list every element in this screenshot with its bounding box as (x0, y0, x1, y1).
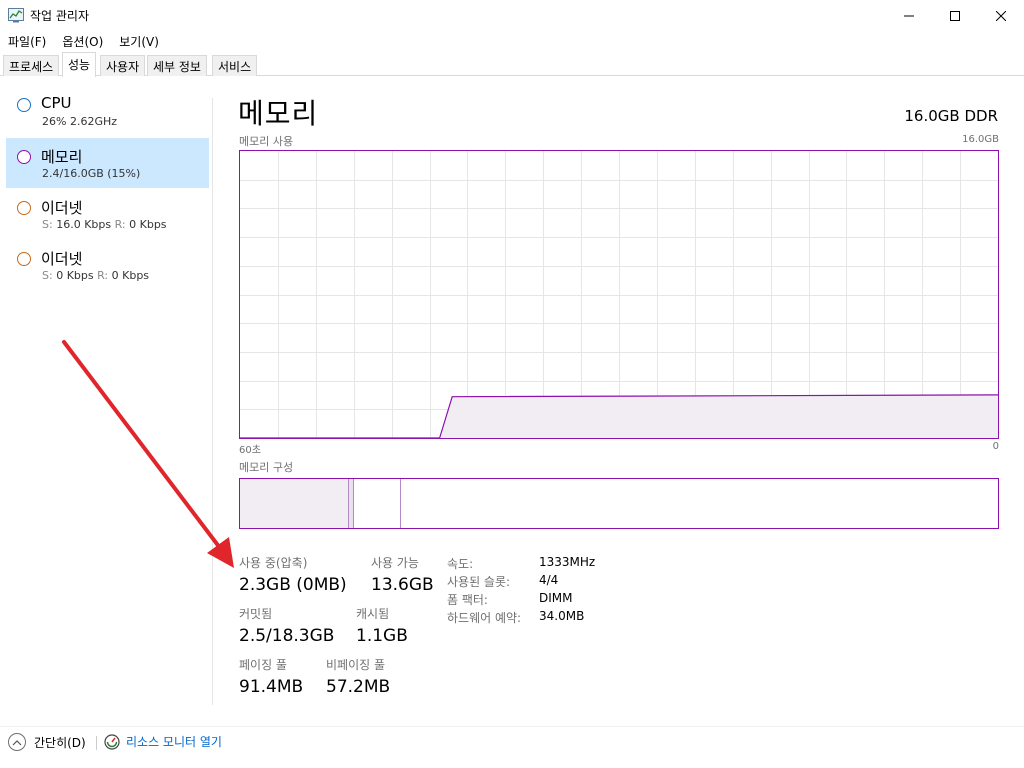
cached-label: 캐시됨 (356, 607, 390, 621)
title-bar: 작업 관리자 (0, 0, 1024, 31)
minimize-icon (904, 15, 914, 16)
open-resource-monitor-link[interactable]: 리소스 모니터 열기 (104, 733, 222, 750)
sidebar-item-title: CPU (41, 94, 72, 112)
memory-spec: 16.0GB DDR (904, 107, 998, 125)
available-label: 사용 가능 (371, 556, 419, 570)
menu-file[interactable]: 파일(F) (0, 31, 54, 51)
sidebar-item-memory[interactable]: 메모리 2.4/16.0GB (15%) (6, 138, 209, 188)
speed-label: 속도: (447, 557, 474, 571)
cpu-graph-icon (17, 98, 31, 112)
resource-monitor-icon (104, 733, 120, 750)
committed-label: 커밋됨 (239, 607, 273, 621)
minimize-button[interactable] (886, 0, 932, 31)
window-title: 작업 관리자 (30, 9, 90, 23)
paged-pool-label: 페이징 풀 (239, 658, 287, 672)
nonpaged-pool-label: 비페이징 풀 (326, 658, 386, 672)
slots-used-value: 4/4 (539, 573, 559, 587)
menu-view[interactable]: 보기(V) (111, 31, 167, 51)
tab-performance[interactable]: 성능 (62, 52, 97, 77)
in-use-label: 사용 중(압축) (239, 556, 308, 570)
sidebar-item-subtitle: S: 0 Kbps R: 0 Kbps (42, 269, 150, 282)
composition-label: 메모리 구성 (239, 461, 294, 474)
task-manager-icon (8, 8, 24, 23)
sidebar-item-subtitle: 26% 2.62GHz (42, 115, 118, 128)
menu-bar: 파일(F) 옵션(O) 보기(V) (0, 31, 167, 51)
tab-processes[interactable]: 프로세스 (3, 55, 60, 76)
sidebar-item-subtitle: 2.4/16.0GB (15%) (42, 167, 141, 180)
ethernet-graph-icon (17, 201, 31, 215)
tab-services[interactable]: 서비스 (212, 55, 258, 76)
memory-composition-bar (239, 478, 999, 529)
footer-divider (96, 736, 97, 750)
close-icon (996, 10, 1006, 21)
hardware-reserved-value: 34.0MB (539, 609, 585, 623)
memory-usage-graph (239, 150, 999, 439)
chevron-up-icon (8, 733, 26, 751)
maximize-button[interactable] (932, 0, 978, 31)
sidebar-item-title: 이더넷 (41, 250, 83, 268)
memory-graph-icon (17, 150, 31, 164)
composition-in-use (240, 479, 349, 528)
form-factor-value: DIMM (539, 591, 573, 605)
maximize-icon (950, 10, 960, 21)
composition-free (402, 479, 998, 528)
usage-graph-max: 16.0GB (962, 134, 999, 145)
ethernet-graph-icon (17, 252, 31, 266)
paged-pool-value: 91.4MB (239, 677, 304, 697)
tab-users[interactable]: 사용자 (100, 55, 146, 76)
cached-value: 1.1GB (356, 626, 408, 646)
memory-usage-area (240, 394, 998, 438)
sidebar-item-title: 메모리 (41, 148, 83, 166)
tab-details[interactable]: 세부 정보 (147, 55, 207, 76)
slots-used-label: 사용된 슬롯: (447, 575, 511, 589)
available-value: 13.6GB (371, 575, 434, 595)
composition-standby (354, 479, 401, 528)
time-axis-left: 60초 (239, 445, 261, 456)
sidebar-divider (212, 98, 213, 705)
nonpaged-pool-value: 57.2MB (326, 677, 391, 697)
sidebar-item-subtitle: S: 16.0 Kbps R: 0 Kbps (42, 218, 167, 231)
form-factor-label: 폼 팩터: (447, 593, 488, 607)
usage-graph-label: 메모리 사용 (239, 135, 294, 148)
page-title: 메모리 (238, 97, 319, 130)
committed-value: 2.5/18.3GB (239, 626, 335, 646)
fewer-details-label: 간단히(D) (34, 735, 86, 750)
resource-monitor-label: 리소스 모니터 열기 (126, 735, 222, 749)
memory-usage-chart (240, 151, 998, 438)
sidebar-item-ethernet-1[interactable]: 이더넷 S: 16.0 Kbps R: 0 Kbps (6, 189, 209, 239)
in-use-value: 2.3GB (0MB) (239, 575, 347, 595)
sidebar-item-cpu[interactable]: CPU 26% 2.62GHz (6, 86, 209, 136)
fewer-details-button[interactable]: 간단히(D) (8, 732, 86, 752)
time-axis-right: 0 (992, 441, 999, 452)
speed-value: 1333MHz (539, 555, 596, 569)
footer-separator (0, 726, 1024, 727)
sidebar-item-ethernet-2[interactable]: 이더넷 S: 0 Kbps R: 0 Kbps (6, 240, 209, 290)
sidebar-item-title: 이더넷 (41, 199, 83, 217)
close-button[interactable] (978, 0, 1024, 31)
tab-bar: 프로세스 성능 사용자 세부 정보 서비스 (0, 52, 1024, 77)
performance-sidebar: CPU 26% 2.62GHz 메모리 2.4/16.0GB (15%) 이더넷… (0, 86, 213, 706)
menu-options[interactable]: 옵션(O) (54, 31, 111, 51)
hardware-reserved-label: 하드웨어 예약: (447, 611, 522, 625)
